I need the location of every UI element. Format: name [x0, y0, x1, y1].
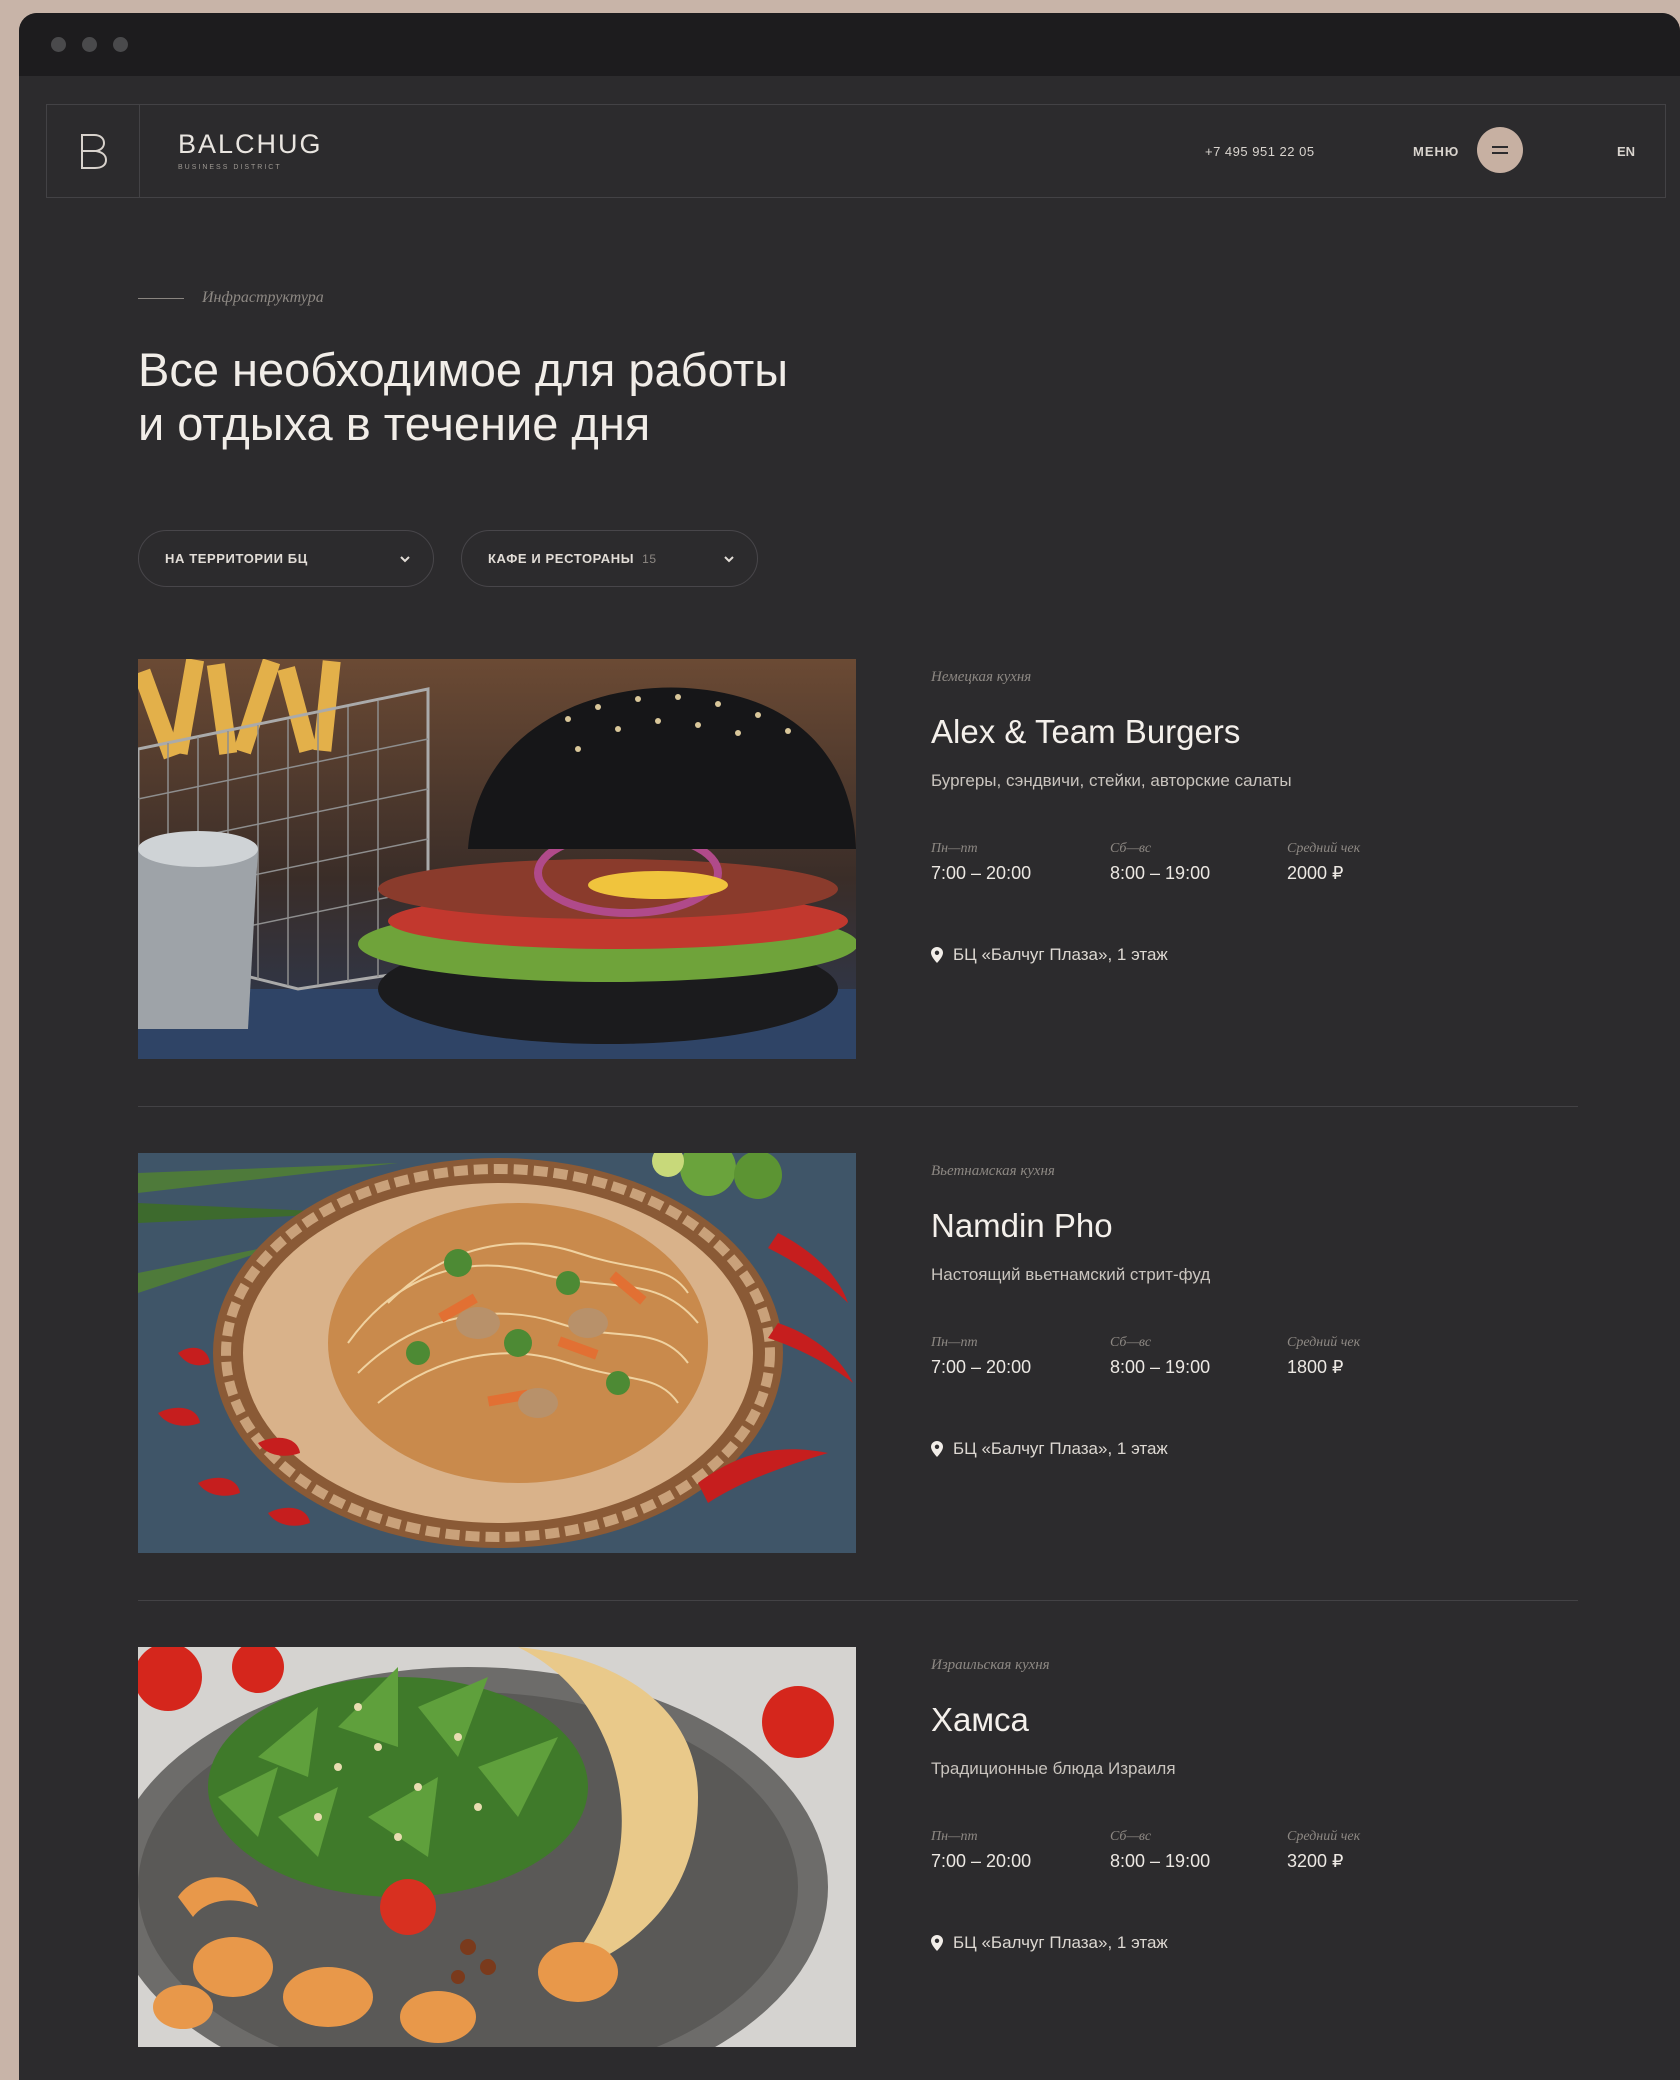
card-divider: [138, 1106, 1578, 1107]
window-close-dot[interactable]: [51, 37, 66, 52]
weekend-label: Сб—вс: [1110, 841, 1152, 856]
avg-check-value: 2000 ₽: [1287, 863, 1344, 883]
venue-photo-noodles[interactable]: [138, 1153, 856, 1553]
location-pin-icon: [931, 1935, 943, 1951]
venue-name[interactable]: Хамса: [931, 1701, 1029, 1739]
venue-photo-burger[interactable]: [138, 659, 856, 1059]
menu-label[interactable]: МЕНЮ: [1413, 144, 1459, 159]
phone-link[interactable]: +7 495 951 22 05: [1205, 144, 1315, 159]
page-title-line-1: Все необходимое для работы: [138, 343, 789, 396]
hamburger-icon: [1492, 146, 1508, 154]
window-titlebar: [19, 13, 1680, 76]
venue-address: БЦ «Балчуг Плаза», 1 этаж: [931, 945, 1168, 965]
avg-check: Средний чек 3200 ₽: [1287, 1829, 1360, 1872]
chevron-down-icon: [724, 556, 734, 563]
venue-address-text: БЦ «Балчуг Плаза», 1 этаж: [953, 1933, 1168, 1952]
card-divider: [138, 1600, 1578, 1601]
venue-photo-salad[interactable]: [138, 1647, 856, 2047]
weekdays-label: Пн—пт: [931, 1829, 978, 1844]
venue-description: Бургеры, сэндвичи, стейки, авторские сал…: [931, 771, 1292, 790]
filter-category-label: КАФЕ И РЕСТОРАНЫ: [488, 551, 635, 566]
weekend-value: 8:00 – 19:00: [1110, 863, 1211, 883]
avg-check-value: 3200 ₽: [1287, 1851, 1344, 1871]
venue-name[interactable]: Namdin Pho: [931, 1207, 1113, 1245]
filter-location-dropdown[interactable]: НА ТЕРРИТОРИИ БЦ: [138, 530, 434, 587]
venue-address: БЦ «Балчуг Плаза», 1 этаж: [931, 1933, 1168, 1953]
site-header: BALCHUG BUSINESS DISTRICT +7 495 951 22 …: [46, 104, 1666, 198]
filter-category-dropdown[interactable]: КАФЕ И РЕСТОРАНЫ 15: [461, 530, 758, 587]
venue-card[interactable]: Вьетнамская кухня Namdin Pho Настоящий в…: [138, 1153, 1578, 1553]
venue-name[interactable]: Alex & Team Burgers: [931, 713, 1240, 751]
b-logo-icon: [81, 134, 108, 169]
venue-address: БЦ «Балчуг Плаза», 1 этаж: [931, 1439, 1168, 1459]
venue-cuisine: Вьетнамская кухня: [931, 1163, 1055, 1179]
weekdays-hours: Пн—пт 7:00 – 20:00: [931, 1829, 1031, 1872]
weekend-hours: Сб—вс 8:00 – 19:00: [1110, 1829, 1210, 1872]
venue-cuisine: Немецкая кухня: [931, 669, 1032, 685]
weekdays-hours: Пн—пт 7:00 – 20:00: [931, 1335, 1031, 1378]
weekdays-label: Пн—пт: [931, 1335, 978, 1350]
chevron-down-icon: [400, 556, 410, 563]
venue-cuisine: Израильская кухня: [931, 1657, 1050, 1673]
salad-photo-image: [138, 1647, 856, 2047]
weekend-label: Сб—вс: [1110, 1335, 1152, 1350]
weekdays-value: 7:00 – 20:00: [931, 1357, 1032, 1377]
location-pin-icon: [931, 947, 943, 963]
burger-photo-image: [138, 659, 856, 1059]
window-maximize-dot[interactable]: [113, 37, 128, 52]
avg-check: Средний чек 1800 ₽: [1287, 1335, 1360, 1378]
brand-subtitle: BUSINESS DISTRICT: [178, 164, 282, 171]
weekdays-value: 7:00 – 20:00: [931, 863, 1032, 883]
logo-mark[interactable]: [47, 105, 140, 197]
noodles-photo-image: [138, 1153, 856, 1553]
browser-window: BALCHUG BUSINESS DISTRICT +7 495 951 22 …: [19, 13, 1680, 2080]
avg-check-value: 1800 ₽: [1287, 1357, 1344, 1377]
avg-check: Средний чек 2000 ₽: [1287, 841, 1360, 884]
filter-category-count: 15: [642, 551, 657, 566]
avg-check-label: Средний чек: [1287, 1829, 1361, 1844]
avg-check-label: Средний чек: [1287, 841, 1361, 856]
venue-address-text: БЦ «Балчуг Плаза», 1 этаж: [953, 1439, 1168, 1458]
section-eyebrow: Инфраструктура: [138, 289, 324, 307]
venue-card[interactable]: Израильская кухня Хамса Традиционные блю…: [138, 1647, 1578, 2047]
weekend-hours: Сб—вс 8:00 – 19:00: [1110, 841, 1210, 884]
page-title: Все необходимое для работы и отдыха в те…: [138, 343, 1038, 451]
eyebrow-label: Инфраструктура: [202, 289, 324, 306]
eyebrow-line: [138, 297, 184, 299]
location-pin-icon: [931, 1441, 943, 1457]
venue-address-text: БЦ «Балчуг Плаза», 1 этаж: [953, 945, 1168, 964]
venue-description: Настоящий вьетнамский стрит-фуд: [931, 1265, 1211, 1284]
venue-description: Традиционные блюда Израиля: [931, 1759, 1176, 1778]
weekend-value: 8:00 – 19:00: [1110, 1851, 1211, 1871]
weekend-label: Сб—вс: [1110, 1829, 1152, 1844]
weekdays-value: 7:00 – 20:00: [931, 1851, 1032, 1871]
brand[interactable]: BALCHUG BUSINESS DISTRICT: [178, 129, 323, 171]
venue-card[interactable]: Немецкая кухня Alex & Team Burgers Бурге…: [138, 659, 1578, 1059]
weekdays-hours: Пн—пт 7:00 – 20:00: [931, 841, 1031, 884]
language-switch[interactable]: EN: [1617, 144, 1635, 159]
weekend-hours: Сб—вс 8:00 – 19:00: [1110, 1335, 1210, 1378]
weekdays-label: Пн—пт: [931, 841, 978, 856]
avg-check-label: Средний чек: [1287, 1335, 1361, 1350]
menu-button[interactable]: [1477, 127, 1523, 173]
filter-location-label: НА ТЕРРИТОРИИ БЦ: [165, 551, 308, 566]
window-minimize-dot[interactable]: [82, 37, 97, 52]
page-title-line-2: и отдыха в течение дня: [138, 397, 651, 450]
weekend-value: 8:00 – 19:00: [1110, 1357, 1211, 1377]
brand-name: BALCHUG: [178, 129, 323, 159]
